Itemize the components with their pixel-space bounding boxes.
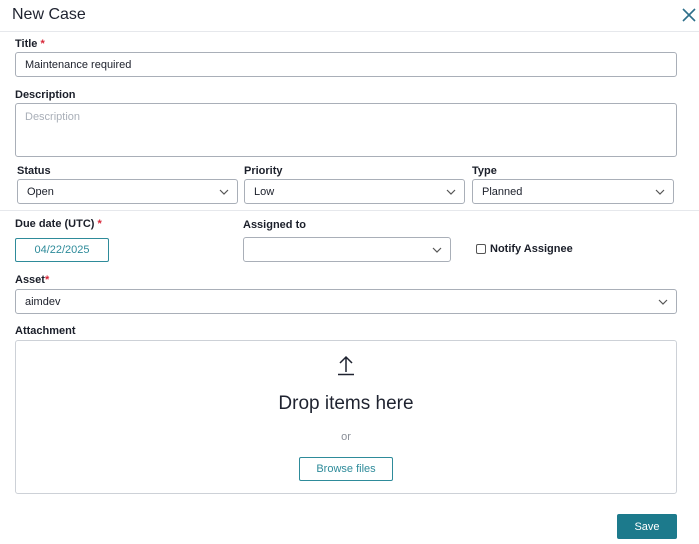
due-date-label-text: Due date (UTC)	[15, 218, 95, 230]
notify-assignee-checkbox[interactable]: Notify Assignee	[476, 243, 573, 255]
chevron-down-icon	[658, 299, 668, 305]
required-marker: *	[97, 218, 102, 230]
section-divider	[0, 210, 699, 211]
required-marker: *	[40, 38, 45, 50]
description-textarea[interactable]: Description	[15, 103, 677, 157]
asset-value: aimdev	[25, 295, 61, 308]
priority-select[interactable]: Low	[244, 179, 465, 204]
asset-label: Asset*	[15, 274, 49, 286]
chevron-down-icon	[219, 189, 229, 195]
chevron-down-icon	[432, 247, 442, 253]
chevron-down-icon	[446, 189, 456, 195]
required-marker: *	[44, 274, 50, 286]
assigned-to-label: Assigned to	[243, 219, 306, 231]
dialog-title: New Case	[12, 6, 86, 23]
checkbox-icon[interactable]	[476, 244, 486, 254]
priority-label: Priority	[244, 165, 283, 177]
asset-select[interactable]: aimdev	[15, 289, 677, 314]
title-label: Title *	[15, 38, 45, 50]
due-date-label: Due date (UTC) *	[15, 218, 102, 230]
status-select[interactable]: Open	[17, 179, 238, 204]
close-icon[interactable]	[681, 7, 697, 23]
header-divider	[0, 31, 699, 32]
attachment-label: Attachment	[15, 325, 76, 337]
type-select[interactable]: Planned	[472, 179, 674, 204]
priority-value: Low	[254, 185, 275, 198]
type-label: Type	[472, 165, 497, 177]
due-date-value: 04/22/2025	[34, 244, 90, 256]
drop-items-text: Drop items here	[278, 393, 414, 414]
asset-label-text: Asset	[15, 274, 45, 286]
notify-assignee-label: Notify Assignee	[490, 243, 573, 255]
description-label: Description	[15, 89, 76, 101]
or-text: or	[341, 431, 351, 443]
title-input[interactable]: Maintenance required	[15, 52, 677, 77]
chevron-down-icon	[655, 189, 665, 195]
save-button[interactable]: Save	[617, 514, 677, 539]
status-label: Status	[17, 165, 51, 177]
status-value: Open	[27, 185, 54, 198]
assigned-to-select[interactable]	[243, 237, 451, 262]
upload-icon	[338, 355, 354, 376]
description-placeholder: Description	[25, 111, 81, 123]
title-input-value: Maintenance required	[25, 58, 132, 71]
title-label-text: Title	[15, 38, 38, 50]
browse-files-button[interactable]: Browse files	[299, 457, 393, 481]
due-date-input[interactable]: 04/22/2025	[15, 238, 109, 262]
type-value: Planned	[482, 185, 523, 198]
